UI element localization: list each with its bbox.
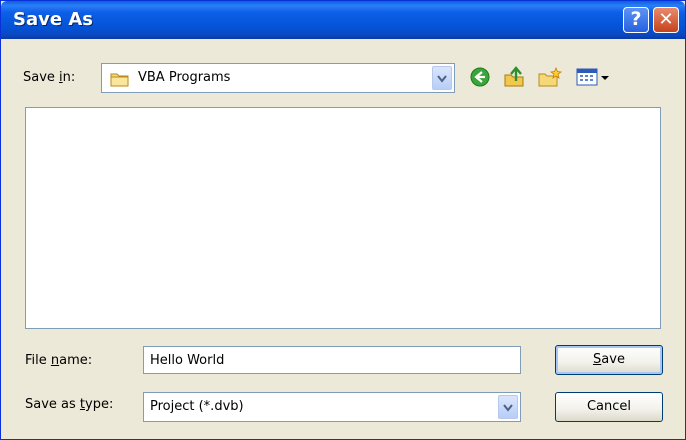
- save-as-type-label: Save as type:: [25, 397, 114, 412]
- help-button[interactable]: ?: [623, 7, 649, 33]
- save-as-type-dropdown[interactable]: Project (*.dvb): [143, 392, 521, 422]
- file-name-label: File name:: [25, 353, 93, 368]
- save-in-dropdown-arrow[interactable]: [432, 66, 452, 90]
- close-button[interactable]: ✕: [653, 7, 679, 33]
- chevron-down-icon: [437, 75, 447, 83]
- close-icon: ✕: [658, 9, 674, 30]
- save-as-dialog: Save As ? ✕ Save in: VBA Programs File n…: [0, 0, 686, 440]
- file-name-input[interactable]: Hello World: [143, 346, 521, 374]
- help-icon: ?: [630, 8, 642, 30]
- file-name-value: Hello World: [150, 353, 225, 368]
- views-menu-icon[interactable]: [575, 66, 611, 88]
- cancel-button[interactable]: Cancel: [555, 392, 663, 422]
- save-in-label: Save in:: [23, 70, 76, 85]
- folder-icon: [110, 73, 129, 87]
- back-icon[interactable]: [469, 66, 491, 88]
- dialog-title: Save As: [13, 9, 93, 30]
- file-list[interactable]: [25, 107, 661, 329]
- save-button[interactable]: Save: [555, 345, 663, 375]
- new-folder-icon[interactable]: [537, 66, 563, 88]
- chevron-down-icon: [503, 404, 513, 412]
- up-folder-icon[interactable]: [503, 66, 527, 88]
- title-bar[interactable]: Save As ? ✕: [1, 1, 685, 39]
- save-in-location: VBA Programs: [138, 70, 231, 85]
- save-as-type-value: Project (*.dvb): [150, 399, 244, 414]
- save-in-dropdown[interactable]: VBA Programs: [101, 63, 455, 93]
- save-as-type-dropdown-arrow[interactable]: [498, 395, 518, 419]
